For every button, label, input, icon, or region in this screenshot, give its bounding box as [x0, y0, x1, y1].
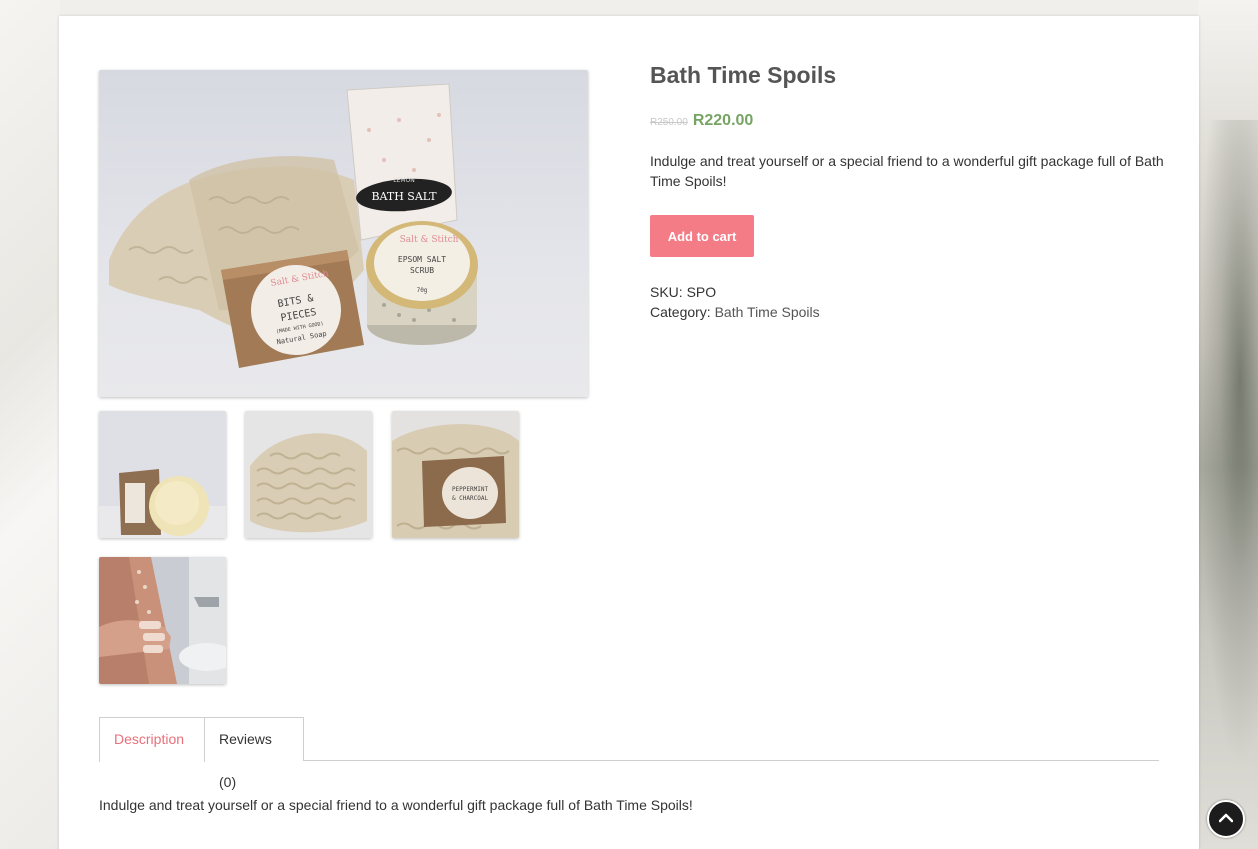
- price-row: R250.00 R220.00: [650, 112, 753, 130]
- thumb3-label-line2: & CHARCOAL: [452, 495, 489, 502]
- category-link[interactable]: Bath Time Spoils: [715, 304, 820, 320]
- tab-description[interactable]: Description: [99, 717, 205, 762]
- jar-brand-text: Salt & Stitch: [400, 235, 459, 245]
- thumb3-label-line1: PEPPERMINT: [452, 486, 489, 493]
- sku-label: SKU:: [650, 284, 683, 300]
- sku-value: SPO: [686, 284, 717, 300]
- product-meta: SKU: SPO Category: Bath Time Spoils: [650, 282, 820, 322]
- description-body: Indulge and treat yourself or a special …: [99, 797, 693, 813]
- back-to-top-button[interactable]: [1207, 800, 1245, 838]
- product-title: Bath Time Spoils: [650, 62, 837, 88]
- product-main-image[interactable]: LEMON BATH SALT Salt & Stitch EPSOM SALT…: [99, 70, 588, 397]
- add-to-cart-button[interactable]: Add to cart: [650, 215, 754, 257]
- product-tabs: Description Reviews (0): [99, 717, 1159, 790]
- jar-label-line2: SCRUB: [410, 266, 434, 275]
- bath-salt-label-text: BATH SALT: [371, 190, 437, 203]
- jar-weight-text: 70g: [417, 287, 428, 294]
- jar-label-line1: EPSOM SALT: [398, 255, 446, 264]
- original-price: R250.00: [650, 117, 688, 128]
- product-thumbnail-3[interactable]: PEPPERMINT & CHARCOAL: [392, 411, 519, 538]
- product-thumbnail-4[interactable]: [99, 557, 226, 684]
- salt-brand-text: LEMON: [393, 177, 415, 184]
- product-thumbnail-2[interactable]: [245, 411, 372, 538]
- category-row: Category: Bath Time Spoils: [650, 302, 820, 322]
- page-background-left: [0, 0, 60, 849]
- chevron-up-icon: [1218, 810, 1234, 828]
- page-background-right: [1198, 0, 1258, 849]
- tab-reviews[interactable]: Reviews (0): [204, 717, 304, 790]
- sale-price: R220.00: [692, 112, 754, 129]
- sku-row: SKU: SPO: [650, 282, 820, 302]
- short-description: Indulge and treat yourself or a special …: [650, 153, 1164, 189]
- product-card: LEMON BATH SALT Salt & Stitch EPSOM SALT…: [59, 16, 1199, 849]
- product-thumbnail-1[interactable]: [99, 411, 226, 538]
- category-label: Category:: [650, 304, 711, 320]
